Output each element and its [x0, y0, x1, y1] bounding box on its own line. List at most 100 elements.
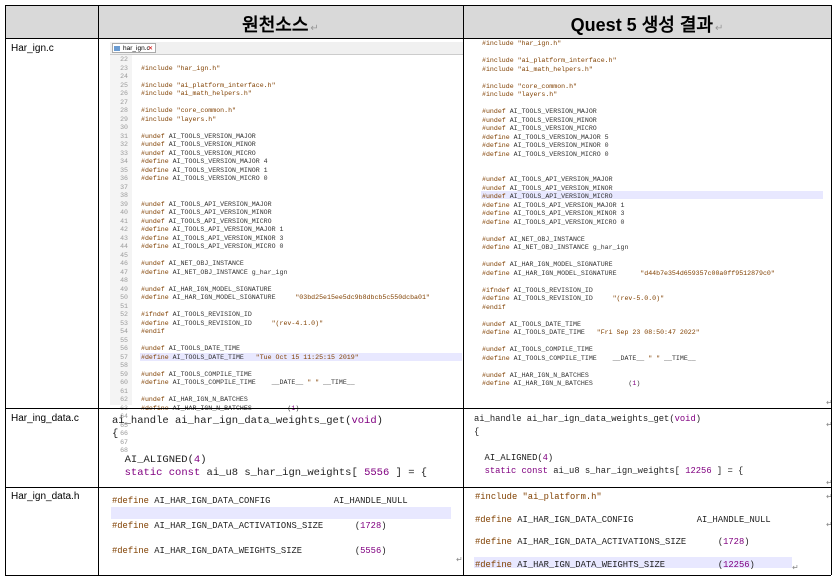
code-line: #define AI_HAR_IGN_MODEL_SIGNATURE "03bd…	[141, 294, 430, 301]
code-line: #define AI_TOOLS_API_VERSION_MICRO 0	[482, 218, 625, 226]
line-number: 47	[120, 268, 128, 276]
line-number: 22	[120, 56, 128, 63]
line-number: 48	[120, 277, 128, 284]
line-number: 55	[120, 336, 128, 344]
code-line: #include "layers.h"	[482, 91, 558, 98]
result-code-har-ing-data-c: ai_handle ai_har_ign_data_weights_get(vo…	[474, 413, 743, 478]
code-line: #include "ai_math_helpers.h"	[482, 65, 593, 73]
editor-tab-har-ign-c[interactable]: har_ign.c ✕	[112, 43, 156, 53]
line-number: 37	[120, 183, 128, 191]
code-line: #undef AI_TOOLS_VERSION_MINOR	[482, 116, 597, 124]
code-line: #define AI_TOOLS_VERSION_MINOR 0	[482, 142, 609, 149]
line-number: 31	[120, 132, 128, 140]
code-line: #define AI_HAR_IGN_DATA_ACTIVATIONS_SIZE…	[475, 537, 750, 548]
line-number: 61	[120, 387, 128, 395]
table-border	[5, 487, 831, 488]
line-number: 30	[120, 124, 128, 131]
row-label-har-ign-data-h: Har_ign_data.h	[11, 491, 80, 502]
code-line: #include "ai_math_helpers.h"	[141, 90, 252, 97]
code-line: #define AI_TOOLS_DATE_TIME "Fri Sep 23 0…	[482, 329, 700, 336]
code-line: #define AI_TOOLS_REVISION_ID "(rev-5.0.0…	[482, 295, 665, 302]
code-line: #define AI_HAR_IGN_DATA_ACTIVATIONS_SIZE…	[112, 521, 387, 531]
comparison-table: 원천소스 ↵ Quest 5 생성 결과 ↵ Har_ign.c Har_ing_d…	[0, 0, 838, 585]
code-line: #define AI_TOOLS_API_VERSION_MINOR 3	[141, 234, 284, 242]
code-line: #define AI_HAR_IGN_DATA_CONFIG AI_HANDLE…	[112, 496, 408, 506]
return-mark: ↵	[456, 555, 463, 564]
header-result-cell: Quest 5 생성 결과 ↵	[463, 5, 831, 38]
code-line: {	[474, 427, 480, 437]
code-line: #define AI_TOOLS_VERSION_MAJOR 5	[482, 133, 609, 141]
code-line: #define AI_TOOLS_REVISION_ID "(rev-4.1.0…	[141, 319, 324, 327]
line-number: 52	[120, 311, 128, 318]
code-line: #include "core_common.h"	[482, 82, 577, 90]
close-icon[interactable]: ✕	[148, 44, 153, 54]
code-line: #undef AI_TOOLS_VERSION_MINOR	[141, 141, 256, 148]
return-mark: ↵	[792, 563, 799, 572]
line-number: 42	[120, 226, 128, 233]
table-border	[5, 5, 6, 575]
line-number: 25	[120, 81, 128, 89]
code-line: #undef AI_TOOLS_VERSION_MAJOR	[482, 108, 597, 115]
code-line: {	[112, 428, 119, 440]
line-number: 26	[120, 90, 128, 97]
header-corner-cell	[5, 5, 98, 38]
code-line: #ifndef AI_TOOLS_REVISION_ID	[482, 286, 593, 294]
code-line: #ifndef AI_TOOLS_REVISION_ID	[141, 311, 252, 318]
result-code-har-ign-data-h: #include "ai_platform.h" #define AI_HAR_…	[475, 492, 771, 571]
code-line: #undef AI_NET_OBJ_INSTANCE	[482, 235, 585, 243]
line-number: 36	[120, 175, 128, 182]
code-line: #undef AI_TOOLS_API_VERSION_MAJOR	[141, 200, 272, 208]
code-line: #define AI_NET_OBJ_INSTANCE g_har_ign	[482, 244, 629, 251]
code-line: #define AI_TOOLS_VERSION_MICRO 0	[141, 175, 268, 182]
code-line: #include "core_common.h"	[141, 107, 236, 114]
line-number: 44	[120, 243, 128, 250]
line-number: 59	[120, 370, 128, 378]
editor-tab-bar: har_ign.c ✕	[110, 42, 463, 55]
line-number: 34	[120, 158, 128, 165]
line-number: 45	[120, 251, 128, 259]
line-numbers: 22 23 24 25 26 27 28 29 30 31 32 33 34 35 36 37 38 39 40 41…	[110, 56, 128, 456]
code-line: #include "ai_platform_interface.h"	[141, 81, 276, 89]
code-line: #include "ai_platform.h"	[475, 492, 602, 502]
code-line: #undef AI_TOOLS_COMPILE_TIME	[141, 370, 252, 378]
code-line: #define AI_TOOLS_DATE_TIME "Tue Oct 15 1…	[141, 353, 359, 361]
code-line: static const ai_u8 s_har_ign_weights[ 12…	[484, 466, 744, 476]
code-line: #undef AI_TOOLS_API_VERSION_MAJOR	[482, 176, 613, 183]
code-line: #define AI_TOOLS_API_VERSION_MICRO 0	[141, 243, 284, 250]
code-line: #include "har_ign.h"	[482, 40, 562, 47]
code-line: #define AI_TOOLS_API_VERSION_MAJOR 1	[482, 201, 625, 209]
code-line: #undef AI_NET_OBJ_INSTANCE	[141, 260, 244, 267]
code-line: #undef AI_TOOLS_DATE_TIME	[482, 320, 581, 328]
code-line: #endif	[482, 303, 506, 311]
code-line: #define AI_TOOLS_COMPILE_TIME __DATE__ "…	[141, 379, 355, 386]
table-border	[831, 5, 832, 575]
table-border	[463, 5, 464, 575]
code-line: #define AI_TOOLS_API_VERSION_MINOR 3	[482, 210, 625, 217]
editor-tab-label: har_ign.c	[123, 45, 150, 52]
line-number: 38	[120, 192, 128, 199]
code-line: #undef AI_TOOLS_DATE_TIME	[141, 345, 240, 352]
code-line: #define AI_HAR_IGN_DATA_CONFIG AI_HANDLE…	[475, 514, 771, 525]
code-line: #undef AI_TOOLS_API_VERSION_MINOR	[482, 184, 613, 192]
line-number: 27	[120, 98, 128, 106]
code-line: AI_ALIGNED(4)	[474, 453, 554, 463]
code-line: #define AI_TOOLS_VERSION_MINOR 1	[141, 166, 268, 174]
code-line: #define AI_HAR_IGN_DATA_WEIGHTS_SIZE (55…	[112, 546, 387, 556]
line-number: 32	[120, 141, 128, 148]
code-line: #define AI_TOOLS_VERSION_MICRO 0	[482, 150, 609, 158]
code-line: #undef AI_TOOLS_API_VERSION_MICRO	[141, 217, 272, 225]
